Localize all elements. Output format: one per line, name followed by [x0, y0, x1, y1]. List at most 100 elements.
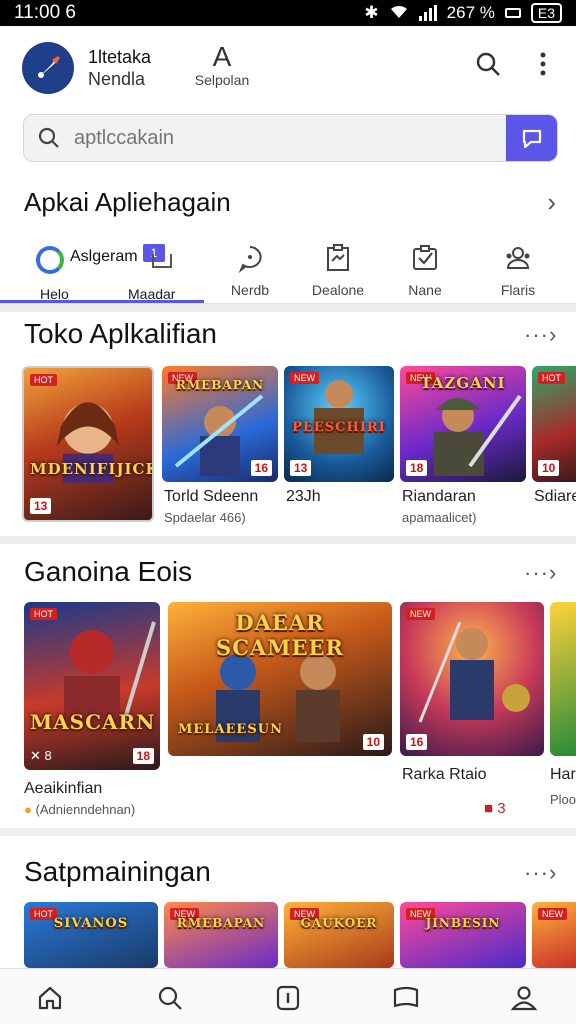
section-title-2: Ganoina Eois	[24, 556, 193, 587]
cover-title: TAZGANI	[420, 374, 506, 392]
age-rating: 16	[406, 734, 428, 750]
app-title: Aeaikinfian	[24, 780, 103, 797]
section-divider	[0, 304, 576, 312]
battery-box: E3	[530, 3, 562, 23]
age-rating: 13	[30, 498, 52, 514]
card-tag: NEW	[290, 372, 319, 384]
card-tag: NEW	[538, 908, 567, 920]
nav-search-button[interactable]	[150, 981, 190, 1015]
tab-nerdb-label: Nerdb	[230, 282, 270, 298]
bag-icon: ■	[484, 800, 494, 817]
app-card[interactable]: HOT SIVANOS	[24, 902, 158, 968]
nav-home-button[interactable]	[30, 981, 70, 1015]
app-card[interactable]: NEW	[532, 902, 576, 968]
app-card[interactable]: HOT 10	[532, 366, 576, 482]
age-rating: 10	[362, 734, 384, 750]
section-more-2[interactable]: ···›	[524, 560, 557, 586]
tab-second[interactable]: 1 Maadar	[0, 238, 204, 304]
wifi-icon	[389, 3, 409, 24]
cover-title: PEESCHIRI	[292, 420, 386, 435]
app-card[interactable]: NEW JINBESIN	[400, 902, 526, 968]
font-size-button[interactable]: A Selpolan	[190, 41, 254, 89]
nav-profile-button[interactable]	[504, 981, 544, 1015]
search-input[interactable]	[74, 126, 506, 150]
app-subtitle: Ploo	[550, 792, 576, 807]
search-bar	[23, 114, 558, 162]
more-vert-icon[interactable]	[538, 50, 548, 83]
nav-apps-button[interactable]	[268, 981, 308, 1015]
card-tag: HOT	[30, 374, 57, 386]
nav-library-button[interactable]	[386, 981, 426, 1015]
section-title-1: Toko Aplkalifian	[24, 318, 218, 349]
section-more-1[interactable]: ···›	[524, 322, 557, 348]
app-card[interactable]: NEW TAZGANI 18	[400, 366, 526, 482]
cover-title: JINBESIN	[425, 916, 501, 930]
app-title: Torld Sdeenn	[164, 488, 259, 505]
card-tag: HOT	[30, 608, 57, 620]
font-button-label: Selpolan	[194, 72, 250, 88]
app-title: Sdiare	[534, 488, 576, 505]
cover-subtitle: MELAEESUN	[178, 722, 283, 737]
chat-icon: ●	[24, 802, 32, 817]
game-cover-art	[64, 621, 156, 726]
section-divider	[0, 828, 576, 836]
notification-badge: ■ 3	[484, 800, 506, 817]
people-icon	[488, 238, 548, 278]
tab-dealone[interactable]: Dealone	[306, 238, 370, 304]
cover-title: RMEBAPAN	[176, 916, 266, 930]
app-card[interactable]: HOT MASCARN ✕ 8 18	[24, 602, 160, 770]
bluetooth-icon: ✱	[364, 3, 379, 22]
game-cover-art	[418, 621, 530, 723]
search-icon	[158, 986, 182, 1010]
age-rating: 18	[406, 460, 428, 476]
notification-count: 3	[497, 800, 506, 817]
tab-dealone-label: Dealone	[311, 282, 365, 298]
app-logo-icon	[22, 42, 74, 94]
apps-icon	[276, 985, 300, 1011]
age-rating: 18	[132, 748, 154, 764]
app-card[interactable]: NEW RMEBAPAN 16	[162, 366, 278, 482]
app-name-line2: Nendla	[88, 69, 146, 89]
section-divider	[0, 536, 576, 544]
chevron-right-icon: ›	[547, 186, 556, 217]
status-bar: 11:00 6 ✱ 267 % E3	[0, 0, 576, 26]
app-title: Har	[550, 766, 576, 783]
app-card[interactable]: NEW RMEBAPAN	[164, 902, 278, 968]
clipboard-icon	[306, 238, 370, 278]
app-card[interactable]: NEW GAUKOER	[284, 902, 394, 968]
tab-flaris[interactable]: Flaris	[488, 238, 548, 304]
cover-title: GAUKOER	[300, 916, 378, 930]
app-subtitle: ● (Adnienndehnan)	[24, 802, 135, 817]
book-icon	[393, 986, 419, 1008]
battery-percent: 267 %	[446, 3, 495, 22]
card-tag: HOT	[538, 372, 565, 384]
category-tabs: Aslgeram Helo 1 Maadar Nerdb Dealone Nan…	[0, 238, 576, 304]
header-search-icon[interactable]	[474, 50, 502, 83]
app-name-line1: 1ltetaka	[88, 47, 152, 67]
app-card[interactable]: NEW 16	[400, 602, 544, 756]
grid-icon	[152, 254, 172, 268]
app-card[interactable]	[550, 602, 576, 756]
app-card[interactable]: DAEAR SCAMEER MELAEESUN 10	[168, 602, 392, 756]
card-meta: ✕ 8	[30, 748, 52, 763]
app-subtitle: apamaalicet)	[402, 510, 477, 525]
age-rating: 13	[290, 460, 312, 476]
tab-nerdb[interactable]: Nerdb	[222, 238, 278, 304]
font-glyph: A	[212, 41, 232, 72]
section-more-3[interactable]: ···›	[524, 860, 557, 886]
app-card[interactable]: HOT MDENIFIJICK 13	[22, 366, 154, 522]
tab-nane[interactable]: Nane	[396, 238, 454, 304]
page-title: Apkai Apliehagain	[24, 186, 231, 217]
cover-title: DAEAR SCAMEER	[216, 610, 344, 660]
app-card[interactable]: NEW PEESCHIRI 13	[284, 366, 394, 482]
battery-icon	[504, 8, 521, 18]
category-title-row[interactable]: Apkai Apliehagain ›	[24, 184, 556, 220]
home-icon	[38, 986, 62, 1010]
search-submit-button[interactable]	[506, 115, 557, 161]
status-time: 11:00 6	[14, 2, 76, 23]
app-title: Riandaran	[402, 488, 476, 505]
app-header: 1ltetaka Nendla A Selpolan	[0, 26, 576, 110]
profile-icon	[510, 986, 538, 1011]
app-subtitle-text: (Adnienndehnan)	[35, 802, 136, 817]
cover-title: MASCARN	[30, 710, 156, 734]
